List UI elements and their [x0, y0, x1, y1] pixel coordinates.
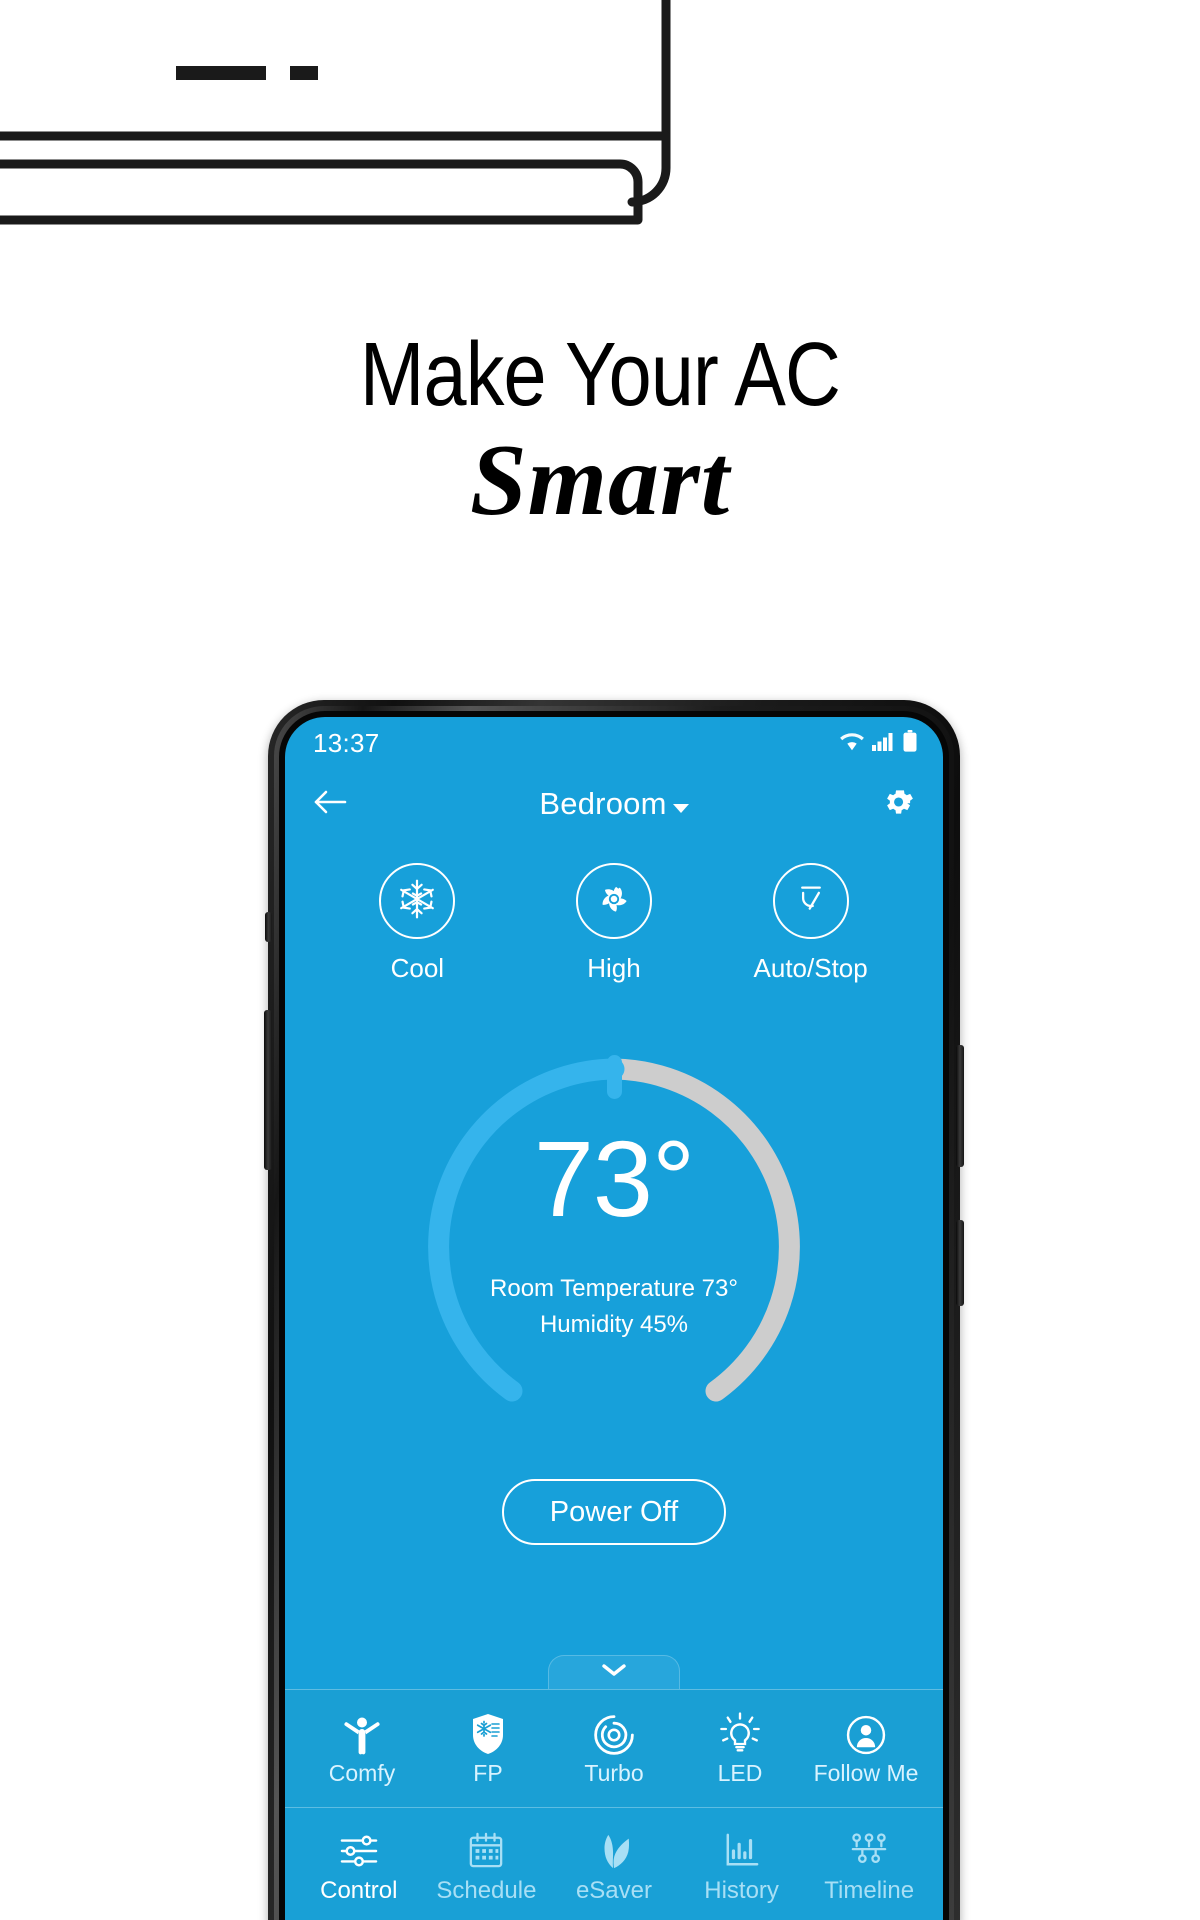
timeline-icon [849, 1829, 889, 1873]
app-store-promo-screenshot: Make Your AC Smart 13:37 Bedroom Cool Hi… [0, 0, 1200, 1920]
feature-row: Comfy FP Turbo LED Follow Me [285, 1689, 943, 1807]
calendar-icon [468, 1829, 504, 1873]
bar-chart-icon [724, 1829, 760, 1873]
phone-mockup: 13:37 Bedroom Cool High Auto/Stop 73° Ro… [264, 700, 964, 1920]
mode-label-swing: Auto/Stop [753, 953, 868, 983]
leaf-icon [594, 1829, 634, 1873]
status-bar-icons [839, 729, 917, 757]
chevron-down-icon [599, 1661, 629, 1684]
expand-drawer-handle[interactable] [548, 1655, 680, 1689]
power-off-label: Power Off [549, 1495, 679, 1528]
feature-button-turbo[interactable]: Turbo [551, 1710, 677, 1787]
nav-label-esaver: eSaver [575, 1876, 652, 1904]
temperature-dial[interactable]: 73° Room Temperature 73° Humidity 45% [414, 1047, 814, 1447]
room-selector[interactable]: Bedroom [355, 786, 873, 822]
dial-handle [607, 1055, 622, 1099]
feature-label-follow-me: Follow Me [813, 1760, 919, 1786]
room-title: Bedroom [539, 786, 667, 821]
feature-button-comfy[interactable]: Comfy [299, 1710, 425, 1787]
mode-circle-swing [772, 863, 849, 939]
mode-label-fan-speed: High [587, 953, 641, 983]
nav-item-timeline[interactable]: Timeline [806, 1829, 932, 1905]
feature-label-led: LED [717, 1760, 763, 1786]
snowflake-icon [395, 877, 439, 926]
dial-progress [428, 1058, 625, 1402]
sliders-icon [338, 1829, 380, 1873]
status-bar-clock: 13:37 [313, 727, 380, 758]
phone-side-button-right-lower[interactable] [956, 1220, 964, 1306]
person-comfort-icon [342, 1710, 382, 1756]
caret-down-icon [672, 803, 689, 813]
turbo-swirl-icon [593, 1710, 635, 1756]
phone-side-button-right-power[interactable] [956, 1045, 964, 1167]
nav-label-schedule: Schedule [436, 1876, 537, 1904]
swing-louver-icon [790, 878, 832, 925]
power-off-button[interactable]: Power Off [502, 1479, 726, 1545]
back-button[interactable] [311, 787, 355, 822]
headline-block: Make Your AC Smart [0, 330, 1200, 532]
headline-line-1: Make Your AC [359, 325, 841, 425]
mode-row: Cool High Auto/Stop [285, 863, 943, 984]
nav-label-control: Control [320, 1876, 398, 1904]
temperature-dial-arc[interactable] [414, 1047, 814, 1447]
status-bar: 13:37 [285, 717, 943, 769]
nav-item-history[interactable]: History [679, 1829, 805, 1905]
feature-label-fp: FP [473, 1760, 503, 1786]
feature-button-follow-me[interactable]: Follow Me [803, 1710, 929, 1787]
nav-item-control[interactable]: Control [296, 1829, 422, 1905]
bottom-navigation: Control Schedule eSaver History Timeline [285, 1807, 943, 1920]
feature-label-comfy: Comfy [328, 1760, 396, 1786]
app-bar: Bedroom [285, 769, 943, 839]
feature-button-fp[interactable]: FP [425, 1710, 551, 1787]
mode-circle-cool [379, 863, 456, 939]
arrow-left-icon [311, 787, 349, 822]
nav-item-esaver[interactable]: eSaver [551, 1829, 677, 1905]
mode-button-swing[interactable]: Auto/Stop [731, 863, 891, 984]
battery-icon [903, 729, 917, 757]
fan-icon [591, 876, 637, 927]
headline-line-2: Smart [469, 424, 731, 537]
nav-label-timeline: Timeline [824, 1876, 915, 1904]
mode-button-fan-speed[interactable]: High [534, 863, 694, 984]
nav-item-schedule[interactable]: Schedule [423, 1829, 549, 1905]
mode-label-cool: Cool [390, 953, 445, 983]
settings-button[interactable] [873, 785, 917, 824]
mode-button-cool[interactable]: Cool [337, 863, 497, 984]
feature-label-turbo: Turbo [584, 1760, 644, 1786]
air-conditioner-illustration [0, 0, 680, 240]
wifi-icon [839, 731, 865, 756]
nav-label-history: History [704, 1876, 779, 1904]
mode-circle-fan [575, 863, 652, 939]
freeze-protection-shield-icon [470, 1710, 506, 1756]
phone-side-button-left-top[interactable] [265, 912, 272, 942]
feature-button-led[interactable]: LED [677, 1710, 803, 1787]
phone-screen: 13:37 Bedroom Cool High Auto/Stop 73° Ro… [285, 717, 943, 1920]
phone-side-button-left-volume[interactable] [264, 1010, 272, 1170]
gear-icon [883, 785, 917, 824]
lightbulb-icon [720, 1710, 760, 1756]
person-badge-icon [845, 1710, 887, 1756]
cellular-signal-icon [872, 731, 896, 756]
dial-track [603, 1058, 800, 1402]
